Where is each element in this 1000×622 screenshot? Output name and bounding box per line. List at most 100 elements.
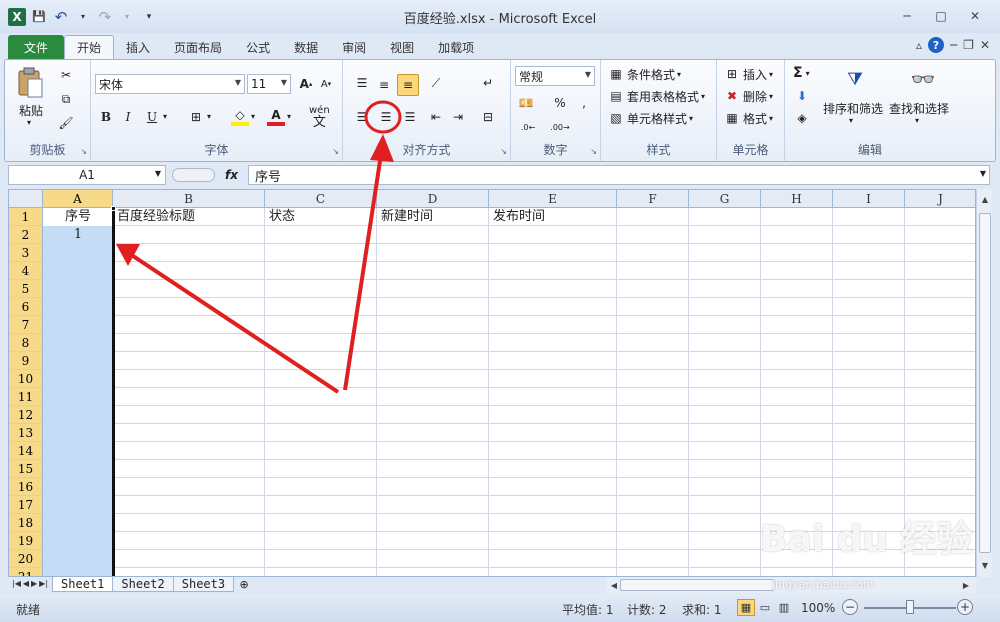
cell-a1[interactable]: 序号 — [43, 208, 113, 226]
font-size-select[interactable]: 11 ▼ — [247, 74, 291, 94]
zoom-level[interactable]: 100% — [801, 601, 835, 615]
sheet-tab-sheet2[interactable]: Sheet2 — [112, 577, 174, 592]
format-cells-button[interactable]: ▦ 格式 ▾ — [723, 109, 773, 127]
row-header-17[interactable]: 17 — [9, 496, 43, 514]
underline-dropdown-icon[interactable]: ▾ — [163, 112, 167, 121]
autosum-button[interactable]: Σ ▾ — [793, 65, 810, 81]
merge-center-icon[interactable]: ⊟ — [479, 108, 497, 126]
increase-decimal-icon[interactable]: .0← — [519, 118, 537, 136]
row-header-4[interactable]: 4 — [9, 262, 43, 280]
row-header-2[interactable]: 2 — [9, 226, 43, 244]
undo-icon[interactable]: ↶ — [52, 8, 70, 26]
cell-b1[interactable]: 百度经验标题 — [115, 208, 195, 226]
maximize-button[interactable]: □ — [924, 6, 958, 26]
normal-view-icon[interactable]: ▦ — [737, 599, 755, 616]
row-header-5[interactable]: 5 — [9, 280, 43, 298]
grow-font-icon[interactable]: A ▴ — [297, 75, 315, 93]
row-header-12[interactable]: 12 — [9, 406, 43, 424]
doc-minimize-button[interactable]: ─ — [950, 38, 957, 52]
tab-home[interactable]: 开始 — [64, 35, 115, 59]
number-format-select[interactable]: 常规 ▼ — [515, 66, 595, 86]
row-header-15[interactable]: 15 — [9, 460, 43, 478]
align-middle-icon[interactable]: ≡ — [375, 76, 393, 94]
cell-d1[interactable]: 新建时间 — [379, 208, 433, 226]
scroll-right-icon[interactable]: ▶ — [958, 577, 974, 593]
worksheet-grid[interactable]: A B C D E F G H I J 1 2 3 4 5 6 7 8 9 10… — [8, 189, 976, 577]
copy-icon[interactable]: ⧉ — [57, 90, 75, 108]
font-name-select[interactable]: 宋体 ▼ — [95, 74, 245, 94]
fill-handle[interactable] — [111, 206, 116, 211]
align-top-icon[interactable]: ☰ — [353, 74, 371, 92]
scroll-down-icon[interactable]: ▼ — [977, 557, 993, 573]
doc-close-button[interactable]: ✕ — [980, 38, 990, 52]
cell-e1[interactable]: 发布时间 — [491, 208, 545, 226]
save-icon[interactable]: 💾 — [30, 8, 48, 26]
undo-dropdown-icon[interactable]: ▾ — [74, 8, 92, 26]
last-sheet-icon[interactable]: ▶| — [39, 579, 48, 588]
excel-logo-icon[interactable]: X — [8, 7, 26, 26]
border-icon[interactable]: ⊞ — [187, 108, 205, 126]
align-right-icon[interactable]: ☰ — [401, 108, 419, 126]
column-header-e[interactable]: E — [489, 190, 617, 208]
decrease-decimal-icon[interactable]: .00→ — [550, 118, 569, 136]
row-header-18[interactable]: 18 — [9, 514, 43, 532]
next-sheet-icon[interactable]: ▶ — [31, 579, 37, 588]
alignment-launcher-icon[interactable]: ↘ — [500, 147, 507, 156]
insert-cells-button[interactable]: ⊞ 插入 ▾ — [723, 65, 773, 83]
comma-button[interactable]: , — [575, 94, 593, 112]
minimize-ribbon-icon[interactable]: ▵ — [916, 38, 922, 52]
row-header-9[interactable]: 9 — [9, 352, 43, 370]
sort-filter-dropdown-icon[interactable]: ▾ — [849, 116, 853, 125]
align-center-icon[interactable]: ☰ — [377, 108, 395, 126]
format-as-table-button[interactable]: ▤ 套用表格格式 ▾ — [607, 87, 705, 105]
page-break-view-icon[interactable]: ▥ — [775, 599, 793, 616]
zoom-slider-thumb[interactable] — [906, 600, 914, 614]
fill-icon[interactable]: ⬇ — [793, 87, 811, 105]
find-select-dropdown-icon[interactable]: ▾ — [915, 116, 919, 125]
delete-cells-button[interactable]: ✖ 删除 ▾ — [723, 87, 773, 105]
row-header-21[interactable]: 21 — [9, 568, 43, 576]
percent-button[interactable]: % — [551, 94, 569, 112]
column-header-j[interactable]: J — [905, 190, 975, 208]
redo-icon[interactable]: ↷ — [96, 8, 114, 26]
customize-qat-icon[interactable]: ▾ — [140, 8, 158, 26]
orientation-icon[interactable]: ⟋ — [427, 74, 445, 92]
page-layout-view-icon[interactable]: ▭ — [756, 599, 774, 616]
tab-data[interactable]: 数据 — [282, 35, 330, 59]
vertical-scrollbar[interactable]: ▲ ▼ — [976, 189, 992, 577]
align-left-icon[interactable]: ☰ — [353, 108, 371, 126]
row-header-6[interactable]: 6 — [9, 298, 43, 316]
clipboard-launcher-icon[interactable]: ↘ — [80, 147, 87, 156]
shrink-font-icon[interactable]: A ▾ — [317, 75, 335, 93]
row-header-8[interactable]: 8 — [9, 334, 43, 352]
doc-restore-button[interactable]: ❐ — [963, 38, 974, 52]
paste-dropdown-icon[interactable]: ▾ — [27, 118, 31, 127]
cell-styles-button[interactable]: ▧ 单元格样式 ▾ — [607, 109, 693, 127]
format-painter-icon[interactable]: 🖌 — [57, 114, 75, 132]
sort-filter-icon[interactable]: ⧩ — [841, 64, 869, 94]
row-header-3[interactable]: 3 — [9, 244, 43, 262]
tab-view[interactable]: 视图 — [378, 35, 426, 59]
font-color-dropdown-icon[interactable]: ▾ — [287, 112, 291, 121]
border-dropdown-icon[interactable]: ▾ — [207, 112, 211, 121]
fill-color-dropdown-icon[interactable]: ▾ — [251, 112, 255, 121]
row-header-14[interactable]: 14 — [9, 442, 43, 460]
minimize-button[interactable]: ─ — [890, 6, 924, 26]
scroll-up-icon[interactable]: ▲ — [977, 191, 993, 207]
wrap-text-icon[interactable]: ↵ — [479, 74, 497, 92]
paste-icon[interactable] — [15, 66, 45, 100]
insert-function-icon[interactable]: fx — [225, 168, 238, 182]
font-launcher-icon[interactable]: ↘ — [332, 147, 339, 156]
italic-button[interactable]: I — [119, 108, 137, 126]
sort-filter-button[interactable]: 排序和筛选 — [823, 100, 883, 117]
conditional-format-button[interactable]: ▦ 条件格式 ▾ — [607, 65, 681, 83]
row-header-16[interactable]: 16 — [9, 478, 43, 496]
row-header-19[interactable]: 19 — [9, 532, 43, 550]
row-header-7[interactable]: 7 — [9, 316, 43, 334]
find-binoculars-icon[interactable]: 👓 — [909, 64, 937, 94]
number-launcher-icon[interactable]: ↘ — [590, 147, 597, 156]
row-header-1[interactable]: 1 — [9, 208, 43, 226]
vertical-scroll-thumb[interactable] — [979, 213, 991, 553]
tab-file[interactable]: 文件 — [8, 35, 65, 59]
cut-icon[interactable]: ✂ — [57, 66, 75, 84]
